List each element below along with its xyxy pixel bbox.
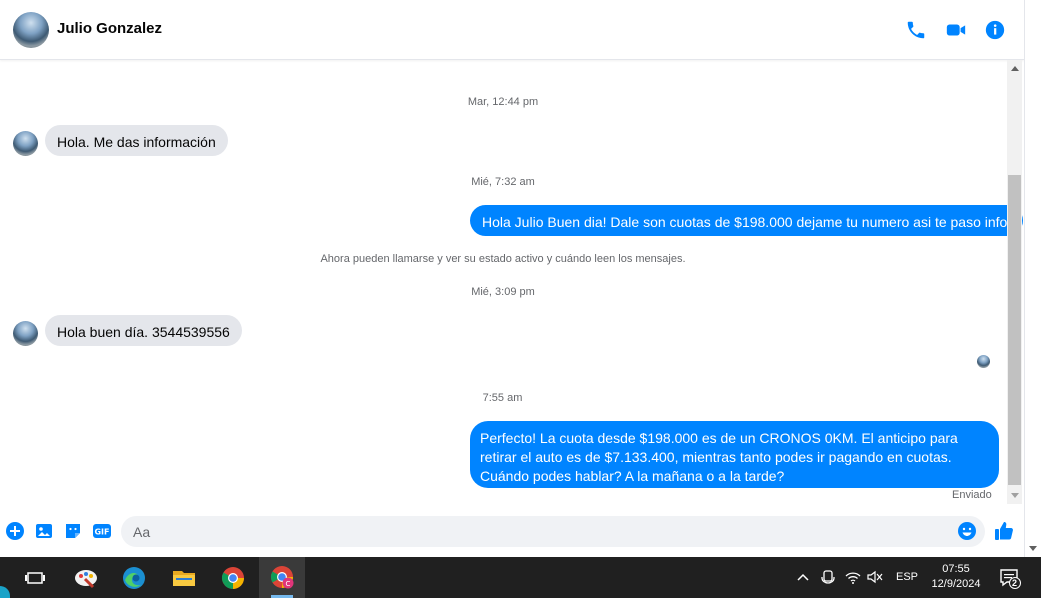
- timestamp: Mar, 12:44 pm: [467, 96, 539, 108]
- svg-text:C: C: [286, 580, 291, 588]
- contact-name[interactable]: Julio Gonzalez: [57, 20, 162, 37]
- clock-date: 12/9/2024: [931, 578, 981, 590]
- clock-time: 07:55: [942, 563, 970, 575]
- message-status: Enviado: [952, 489, 992, 501]
- timestamp: Mié, 7:32 am: [471, 176, 535, 188]
- system-clock[interactable]: 07:55 12/9/2024: [924, 562, 988, 592]
- chevron-up-icon[interactable]: [797, 572, 809, 582]
- paint-app-icon[interactable]: [73, 565, 99, 591]
- message-bubble-outgoing[interactable]: Perfecto! La cuota desde $198.000 es de …: [470, 421, 999, 488]
- wifi-icon[interactable]: [845, 570, 861, 584]
- windows-taskbar: C ESP 07:55 12/9/2024 2: [0, 557, 1041, 598]
- message-bubble-outgoing[interactable]: Hola Julio Buen dia! Dale son cuotas de …: [470, 205, 1024, 236]
- video-camera-icon[interactable]: [945, 19, 967, 41]
- scroll-up-arrow-icon[interactable]: [1011, 66, 1019, 71]
- phone-icon[interactable]: [905, 19, 927, 41]
- page-scrollbar[interactable]: [1024, 0, 1041, 557]
- svg-text:GIF: GIF: [94, 528, 109, 537]
- emoji-icon[interactable]: [957, 521, 977, 541]
- sticker-icon[interactable]: [63, 521, 83, 541]
- plus-circle-icon[interactable]: [5, 521, 25, 541]
- volume-muted-icon[interactable]: [867, 570, 883, 584]
- gif-icon[interactable]: GIF: [92, 521, 112, 541]
- message-bubble-incoming[interactable]: Hola buen día. 3544539556: [45, 315, 242, 346]
- seen-indicator-avatar: [977, 355, 990, 368]
- call-status-notice: Ahora pueden llamarse y ver su estado ac…: [320, 253, 686, 265]
- notification-count-badge: 2: [1012, 578, 1018, 588]
- active-app-slot[interactable]: C: [259, 557, 305, 598]
- message-avatar[interactable]: [13, 321, 38, 346]
- scrollbar-thumb[interactable]: [1008, 175, 1021, 485]
- meet-now-icon[interactable]: [821, 569, 835, 585]
- timestamp: Mié, 3:09 pm: [471, 286, 535, 298]
- file-explorer-icon[interactable]: [171, 565, 197, 591]
- message-avatar[interactable]: [13, 131, 38, 156]
- message-input[interactable]: [121, 516, 985, 547]
- language-indicator[interactable]: ESP: [896, 571, 918, 583]
- info-icon[interactable]: [984, 19, 1006, 41]
- scroll-down-arrow-icon[interactable]: [1029, 546, 1037, 551]
- message-composer: GIF: [0, 508, 1024, 556]
- photo-icon[interactable]: [34, 521, 54, 541]
- notification-center-icon[interactable]: [999, 567, 1021, 589]
- contact-avatar[interactable]: [13, 12, 49, 48]
- scroll-down-arrow-icon[interactable]: [1011, 493, 1019, 498]
- thumbs-up-icon[interactable]: [993, 520, 1015, 542]
- chat-header: Julio Gonzalez: [0, 0, 1024, 60]
- timestamp: 7:55 am: [482, 392, 523, 404]
- chrome-icon[interactable]: [220, 565, 246, 591]
- chat-scrollbar[interactable]: [1007, 60, 1022, 504]
- message-bubble-incoming[interactable]: Hola. Me das información: [45, 125, 228, 156]
- task-view-icon[interactable]: [22, 565, 48, 591]
- chrome-profile-icon[interactable]: C: [269, 564, 295, 590]
- edge-browser-icon[interactable]: [121, 565, 147, 591]
